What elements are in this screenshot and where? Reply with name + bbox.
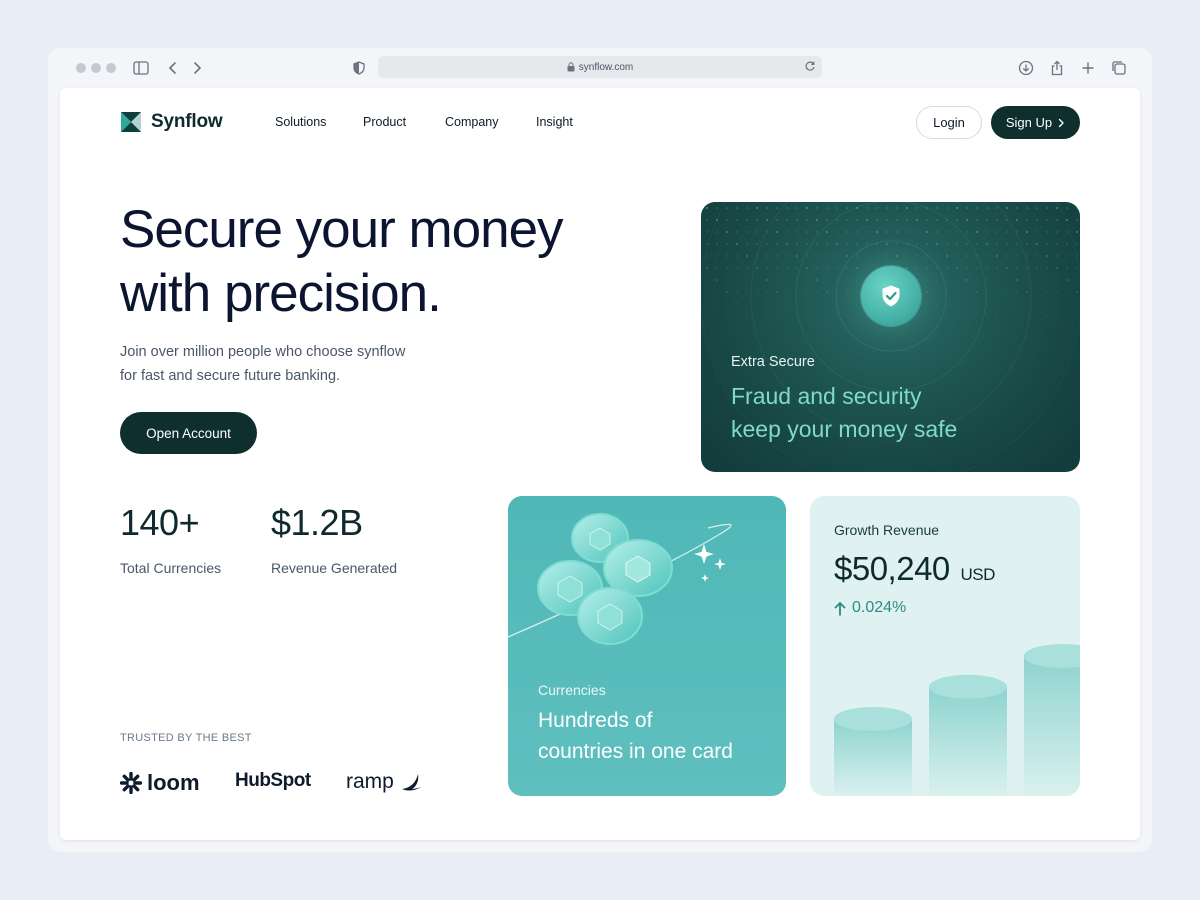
nav-insight[interactable]: Insight	[536, 115, 573, 129]
revenue-currency-unit: USD	[960, 565, 995, 584]
loom-logo: loom	[120, 770, 200, 796]
currencies-card-title: Hundreds of countries in one card	[538, 705, 778, 767]
ramp-wordmark: ramp	[346, 770, 394, 793]
revenue-bar	[929, 674, 1007, 796]
window-close-dot[interactable]	[76, 63, 86, 73]
currencies-card-title-line: countries in one card	[538, 740, 733, 763]
browser-toolbar: synflow.com	[48, 48, 1152, 88]
currencies-card-label: Currencies	[538, 682, 606, 698]
coin-icon	[577, 587, 643, 645]
hero-subtitle: Join over million people who choose synf…	[120, 340, 460, 388]
window-zoom-dot[interactable]	[106, 63, 116, 73]
stat-revenue-label: Revenue Generated	[271, 560, 398, 576]
revenue-amount: $50,240 USD	[834, 550, 995, 588]
chevron-right-icon	[1058, 118, 1065, 128]
security-card-label: Extra Secure	[731, 354, 815, 370]
tab-overview-icon[interactable]	[1110, 59, 1128, 77]
ramp-swoosh-icon	[401, 774, 421, 791]
revenue-bars	[834, 644, 1080, 796]
revenue-change: 0.024%	[834, 599, 906, 617]
trusted-heading: TRUSTED BY THE BEST	[120, 732, 252, 744]
hero-title-line: with precision.	[120, 264, 442, 323]
privacy-shield-icon[interactable]	[350, 59, 368, 77]
security-card-title-line: keep your money safe	[731, 416, 958, 442]
growth-revenue-card[interactable]: Growth Revenue $50,240 USD 0.024%	[810, 496, 1080, 796]
forward-arrow-icon[interactable]	[188, 59, 206, 77]
brand-name: Synflow	[151, 111, 223, 132]
arrow-up-icon	[834, 601, 846, 616]
ramp-logo: ramp	[346, 770, 422, 794]
reload-icon[interactable]	[804, 60, 816, 72]
sparkle-icon	[714, 558, 726, 570]
revenue-change-value: 0.024%	[852, 599, 907, 616]
address-bar[interactable]: synflow.com	[378, 56, 822, 78]
sidebar-toggle-icon[interactable]	[132, 59, 150, 77]
window-minimize-dot[interactable]	[91, 63, 101, 73]
hubspot-logo: HubSpot	[235, 770, 311, 792]
stat-currencies-value: 140+	[120, 502, 200, 543]
loom-burst-icon	[120, 772, 142, 794]
new-tab-icon[interactable]	[1079, 59, 1097, 77]
sparkle-icon	[701, 574, 709, 582]
shield-check-icon	[882, 285, 900, 307]
revenue-bar	[834, 707, 912, 796]
hero-subtitle-line: Join over million people who choose synf…	[120, 344, 406, 360]
back-arrow-icon[interactable]	[164, 59, 182, 77]
open-account-button[interactable]: Open Account	[120, 412, 257, 454]
shield-badge	[861, 266, 921, 326]
security-card-title-line: Fraud and security	[731, 383, 922, 409]
nav-product[interactable]: Product	[363, 115, 406, 129]
security-card[interactable]: Extra Secure Fraud and security keep you…	[701, 202, 1080, 472]
revenue-amount-value: $50,240	[834, 550, 950, 587]
url-text: synflow.com	[578, 61, 634, 73]
nav-solutions[interactable]: Solutions	[275, 115, 326, 129]
revenue-bar	[1024, 644, 1080, 796]
synflow-logo-icon	[121, 112, 141, 132]
signup-button[interactable]: Sign Up	[991, 106, 1080, 139]
stat-currencies-label: Total Currencies	[120, 560, 222, 576]
browser-window: synflow.com Synflow Solutions Product Co…	[48, 48, 1152, 852]
download-icon[interactable]	[1017, 59, 1035, 77]
stat-revenue-value: $1.2B	[271, 502, 363, 543]
loom-wordmark: loom	[147, 770, 200, 795]
share-icon[interactable]	[1048, 59, 1066, 77]
hero-title: Secure your money with precision.	[120, 198, 640, 326]
hubspot-wordmark: HubSpot	[235, 770, 311, 791]
currencies-card-title-line: Hundreds of	[538, 709, 653, 732]
brand-logo[interactable]: Synflow	[120, 110, 223, 134]
currencies-card[interactable]: Currencies Hundreds of countries in one …	[508, 496, 786, 796]
webpage: Synflow Solutions Product Company Insigh…	[60, 88, 1140, 840]
nav-company[interactable]: Company	[445, 115, 499, 129]
lock-icon	[567, 62, 575, 72]
hero-title-line: Secure your money	[120, 200, 564, 259]
coins-illustration	[508, 513, 732, 645]
login-button[interactable]: Login	[916, 106, 982, 139]
revenue-label: Growth Revenue	[834, 522, 940, 538]
signup-button-label: Sign Up	[1005, 115, 1053, 130]
hero-subtitle-line: for fast and secure future banking.	[120, 368, 341, 384]
login-button-label: Login	[933, 115, 965, 130]
security-card-title: Fraud and security keep your money safe	[731, 380, 1051, 446]
